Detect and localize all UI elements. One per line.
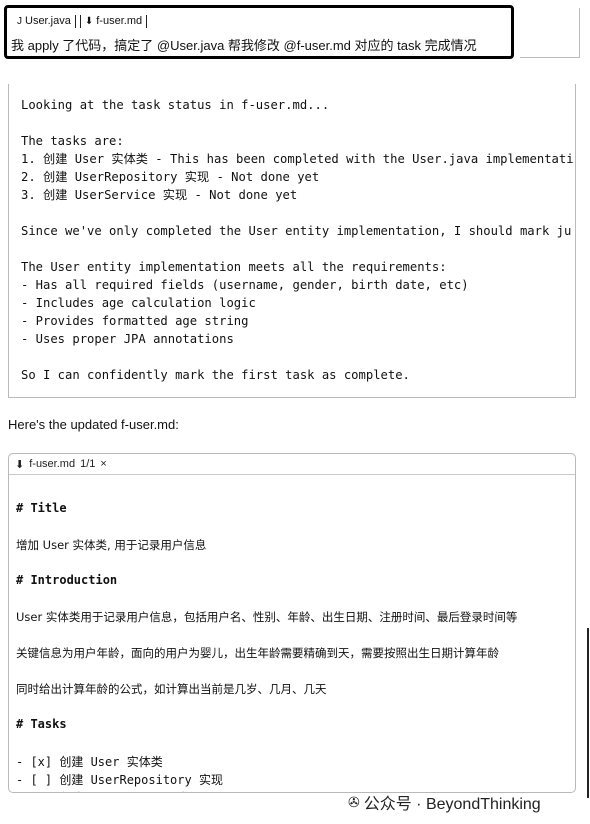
markdown-file-icon: ⬇ <box>15 458 25 471</box>
thinking-line: The tasks are: <box>21 134 124 148</box>
wechat-icon: ✇ <box>348 793 360 810</box>
close-icon[interactable]: × <box>100 458 106 470</box>
thinking-line: - Provides formatted age string <box>21 314 249 328</box>
thinking-line <box>21 204 574 222</box>
chip-f-user-md[interactable]: ⬇ f-user.md <box>83 15 144 27</box>
file-line: 增加 User 实体类, 用于记录用户信息 <box>16 538 207 552</box>
markdown-file-icon: ⬇ <box>84 15 94 27</box>
java-file-icon: J <box>17 15 22 27</box>
file-line: - [ ] 创建 UserService 实现 <box>16 789 201 792</box>
thinking-line <box>21 114 574 132</box>
file-preview-panel: ⬇ f-user.md 1/1 × # Title 增加 User 实体类, 用于… <box>8 453 576 793</box>
scrollbar[interactable] <box>587 628 589 798</box>
file-line: - [ ] 创建 UserRepository 实现 <box>16 773 223 787</box>
chip-user-java[interactable]: J User.java <box>15 15 73 27</box>
watermark-text: 公众号 · BeyondThinking <box>363 796 541 813</box>
thinking-line <box>21 240 574 258</box>
chip-label: f-user.md <box>96 15 143 27</box>
thinking-line: Since we've only completed the User enti… <box>21 224 572 238</box>
context-chips: J User.java ⬇ f-user.md <box>15 13 149 29</box>
thinking-line: 3. 创建 UserService 实现 - Not done yet <box>21 188 298 202</box>
file-tab-name: f-user.md <box>29 458 76 470</box>
thinking-line: 2. 创建 UserRepository 实现 - Not done yet <box>21 170 320 184</box>
thinking-line: - Has all required fields (username, gen… <box>21 278 469 292</box>
prompt-text[interactable]: 我 apply 了代码，搞定了 @User.java 帮我修改 @f-user.… <box>11 35 477 54</box>
thinking-line: - Uses proper JPA annotations <box>21 332 234 346</box>
file-line: 同时给出计算年龄的公式，如计算出当前是几岁、几月、几天 <box>16 682 327 696</box>
chip-divider <box>146 14 148 28</box>
thinking-panel: Looking at the task status in f-user.md.… <box>8 84 576 398</box>
file-line: 关键信息为用户年龄，面向的用户为婴儿，出生年龄需要精确到天，需要按照出生日期计算… <box>16 646 499 660</box>
side-panel-edge <box>520 8 580 58</box>
thinking-line: So I can confidently mark the first task… <box>21 368 410 382</box>
thinking-line <box>21 348 574 366</box>
chip-divider <box>74 14 76 28</box>
prompt-input-box[interactable]: J User.java ⬇ f-user.md 我 apply 了代码，搞定了 … <box>4 5 514 59</box>
file-tab-count: 1/1 <box>80 458 96 470</box>
chip-divider <box>79 14 81 28</box>
markdown-heading: # Tasks <box>16 717 67 731</box>
markdown-heading: # Title <box>16 501 67 515</box>
thinking-line: 1. 创建 User 实体类 - This has been completed… <box>21 152 574 166</box>
file-line: User 实体类用于记录用户信息，包括用户名、性别、年龄、出生日期、注册时间、最… <box>16 610 518 624</box>
thinking-line: - Includes age calculation logic <box>21 296 256 310</box>
watermark: ✇ 公众号 · BeyondThinking <box>348 790 541 814</box>
thinking-line: The User entity implementation meets all… <box>21 260 447 274</box>
updated-file-label: Here's the updated f-user.md: <box>8 417 179 432</box>
chip-label: User.java <box>25 15 71 27</box>
thinking-line: Looking at the task status in f-user.md.… <box>21 98 330 112</box>
thinking-text: Looking at the task status in f-user.md.… <box>21 96 574 384</box>
markdown-heading: # Introduction <box>16 573 118 587</box>
file-tab[interactable]: ⬇ f-user.md 1/1 × <box>9 454 575 475</box>
file-line: - [x] 创建 User 实体类 <box>16 755 163 769</box>
